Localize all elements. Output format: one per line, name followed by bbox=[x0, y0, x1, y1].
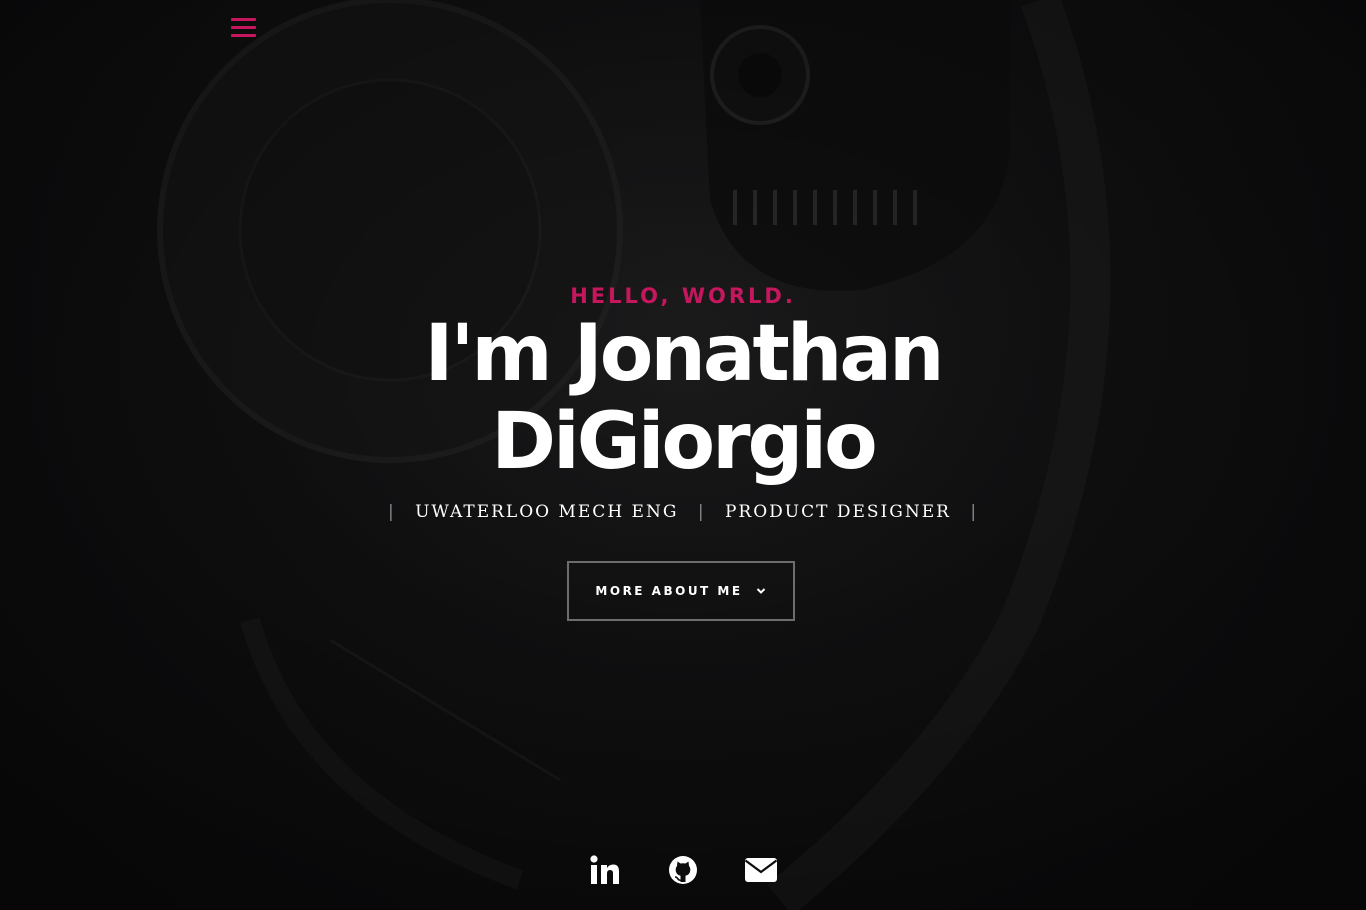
separator: | bbox=[970, 502, 979, 522]
separator: | bbox=[697, 502, 706, 522]
intro-block: HELLO, WORLD. I'm Jonathan DiGiorgio | U… bbox=[0, 282, 1366, 524]
name-line-1: I'm Jonathan bbox=[424, 309, 944, 399]
name-line-2: DiGiorgio bbox=[491, 397, 877, 487]
menu-bar bbox=[231, 18, 256, 21]
more-about-me-label: MORE ABOUT ME bbox=[595, 584, 743, 598]
social-links bbox=[0, 852, 1366, 888]
github-icon bbox=[669, 856, 697, 884]
linkedin-link[interactable] bbox=[588, 852, 622, 888]
menu-bar bbox=[231, 34, 256, 37]
roles-line: | UWATERLOO MECH ENG | PRODUCT DESIGNER … bbox=[0, 500, 1366, 524]
email-link[interactable] bbox=[744, 852, 778, 888]
role-1: UWATERLOO MECH ENG bbox=[415, 502, 679, 522]
more-about-me-button[interactable]: MORE ABOUT ME bbox=[567, 561, 795, 621]
greeting-text: HELLO, WORLD. bbox=[570, 284, 796, 308]
linkedin-icon bbox=[590, 855, 619, 884]
separator: | bbox=[387, 502, 396, 522]
hamburger-menu-icon[interactable] bbox=[229, 18, 257, 42]
chevron-down-icon bbox=[756, 588, 765, 594]
github-link[interactable] bbox=[666, 852, 700, 888]
menu-bar bbox=[231, 26, 256, 29]
page-title: I'm Jonathan DiGiorgio bbox=[383, 310, 983, 486]
role-2: PRODUCT DESIGNER bbox=[724, 502, 951, 522]
envelope-icon bbox=[744, 858, 778, 882]
hero-section: HELLO, WORLD. I'm Jonathan DiGiorgio | U… bbox=[0, 0, 1366, 910]
